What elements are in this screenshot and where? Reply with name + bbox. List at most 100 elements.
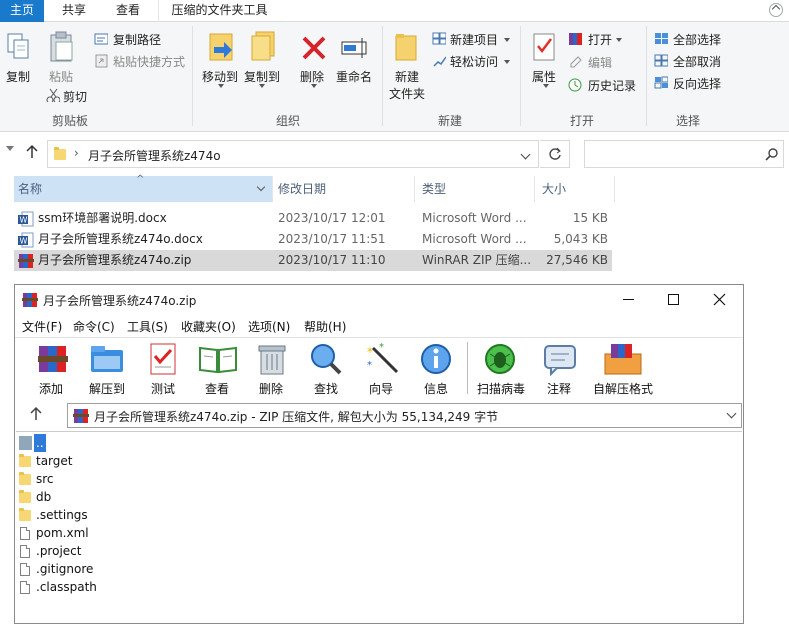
open-button[interactable]: 打开 [588, 31, 612, 48]
new-folder-button-line2[interactable]: 文件夹 [389, 85, 425, 102]
address-dropdown-icon[interactable] [520, 149, 531, 160]
tab-home[interactable]: 主页 [0, 0, 44, 22]
move-to-button[interactable]: 移动到 [202, 68, 238, 85]
menu-options[interactable]: 选项(N) [248, 318, 290, 335]
recent-locations-dropdown-icon[interactable] [6, 146, 14, 151]
paste-shortcut-button[interactable]: 粘贴快捷方式 [113, 53, 185, 70]
address-path[interactable]: 月子会所管理系统z474o [88, 147, 221, 164]
up-arrow-icon[interactable] [24, 144, 40, 160]
menu-file[interactable]: 文件(F) [22, 318, 62, 335]
delete-dropdown-icon[interactable] [311, 84, 317, 88]
minimize-icon[interactable] [623, 299, 634, 300]
copy-to-button[interactable]: 复制到 [244, 68, 280, 85]
group-divider [192, 26, 193, 126]
file-row[interactable]: W ssm环境部署说明.docx 2023/10/17 12:01 Micros… [14, 208, 612, 229]
menu-tools[interactable]: 工具(S) [127, 318, 168, 335]
file-row[interactable]: W 月子会所管理系统z474o.docx 2023/10/17 11:51 Mi… [14, 229, 612, 250]
file-type: WinRAR ZIP 压缩... [422, 253, 532, 267]
svg-text:*: * [379, 342, 384, 353]
comment-icon[interactable] [543, 344, 577, 376]
menu-commands[interactable]: 命令(C) [73, 318, 115, 335]
file-modified: 2023/10/17 11:10 [278, 253, 386, 267]
column-modified[interactable]: 修改日期 [278, 176, 326, 202]
add-archive-icon[interactable] [36, 342, 70, 376]
search-box[interactable] [584, 140, 784, 168]
move-to-dropdown-icon[interactable] [218, 84, 224, 88]
open-dropdown-icon[interactable] [616, 38, 622, 42]
menu-favorites[interactable]: 收藏夹(O) [181, 318, 236, 335]
clipboard-group-label: 剪贴板 [51, 114, 88, 128]
virus-scan-icon[interactable] [483, 342, 517, 376]
file-size: 27,546 KB [546, 253, 608, 267]
path-dropdown-icon[interactable] [726, 408, 737, 419]
invert-selection-icon [654, 76, 668, 89]
info-button[interactable]: 信息 [424, 380, 448, 397]
archive-path-field[interactable]: 月子会所管理系统z474o.zip - ZIP 压缩文件, 解包大小为 55,1… [67, 403, 742, 428]
scan-virus-button[interactable]: 扫描病毒 [477, 380, 525, 397]
rename-button[interactable]: 重命名 [336, 68, 372, 85]
select-none-button[interactable]: 全部取消 [673, 53, 721, 70]
properties-button[interactable]: 属性 [532, 68, 556, 85]
find-magnifier-icon[interactable] [309, 342, 343, 376]
wizard-wand-icon[interactable]: * * * [365, 342, 401, 376]
address-bar[interactable]: › 月子会所管理系统z474o [47, 140, 539, 168]
tab-compressed-folder-tools[interactable]: 压缩的文件夹工具 [158, 0, 280, 22]
comment-button[interactable]: 注释 [547, 380, 571, 397]
select-all-button[interactable]: 全部选择 [673, 31, 721, 48]
paste-icon [50, 31, 73, 62]
invert-selection-button[interactable]: 反向选择 [673, 75, 721, 92]
winrar-title-bar[interactable]: 月子会所管理系统z474o.zip [15, 285, 743, 315]
column-type[interactable]: 类型 [422, 176, 446, 202]
column-divider[interactable] [614, 176, 615, 202]
view-book-icon[interactable] [198, 344, 238, 374]
copy-path-button[interactable]: 复制路径 [113, 31, 161, 48]
test-icon[interactable] [147, 342, 179, 376]
up-one-level-icon[interactable] [29, 406, 43, 422]
file-row-selected[interactable]: 月子会所管理系统z474o.zip 2023/10/17 11:10 WinRA… [14, 250, 612, 271]
collapse-ribbon-icon[interactable] [769, 3, 783, 17]
refresh-button[interactable] [540, 140, 570, 168]
cut-button[interactable]: 剪切 [63, 88, 87, 105]
wizard-button[interactable]: 向导 [369, 380, 393, 397]
extract-to-icon[interactable] [89, 342, 125, 376]
delete-archive-button[interactable]: 删除 [259, 380, 283, 397]
column-divider[interactable] [414, 176, 415, 202]
open-group-label: 打开 [569, 114, 594, 128]
copy-to-dropdown-icon[interactable] [259, 84, 265, 88]
column-divider[interactable] [272, 176, 273, 202]
new-item-dropdown-icon[interactable] [504, 38, 510, 42]
view-button[interactable]: 查看 [205, 380, 229, 397]
svg-text:*: * [367, 360, 372, 371]
extract-to-button[interactable]: 解压到 [89, 380, 125, 397]
menu-help[interactable]: 帮助(H) [304, 318, 346, 335]
easy-access-button[interactable]: 轻松访问 [450, 53, 498, 70]
copy-to-icon [251, 31, 275, 61]
add-button[interactable]: 添加 [39, 380, 63, 397]
file-icon [20, 545, 30, 558]
paste-button[interactable]: 粘贴 [49, 68, 73, 85]
tab-view[interactable]: 查看 [104, 0, 152, 22]
sfx-button[interactable]: 自解压格式 [593, 380, 653, 397]
trash-can-icon[interactable] [257, 342, 287, 376]
edit-button[interactable]: 编辑 [588, 54, 612, 71]
new-folder-button-line1[interactable]: 新建 [395, 68, 419, 85]
delete-button[interactable]: 删除 [300, 68, 324, 85]
new-folder-icon [395, 34, 417, 61]
maximize-icon[interactable] [668, 294, 679, 305]
copy-button[interactable]: 复制 [6, 68, 30, 85]
sfx-icon[interactable] [603, 342, 643, 376]
info-icon[interactable] [420, 343, 454, 377]
history-button[interactable]: 历史记录 [588, 77, 636, 94]
file-type: Microsoft Word ... [422, 211, 527, 225]
properties-dropdown-icon[interactable] [543, 84, 549, 88]
tab-share[interactable]: 共享 [50, 0, 98, 22]
column-size[interactable]: 大小 [542, 176, 566, 202]
folder-icon [19, 454, 31, 467]
column-divider[interactable] [534, 176, 535, 202]
easy-access-dropdown-icon[interactable] [504, 60, 510, 64]
new-item-button[interactable]: 新建项目 [450, 31, 498, 48]
find-button[interactable]: 查找 [314, 380, 338, 397]
folder-icon [54, 147, 66, 160]
test-button[interactable]: 测试 [151, 380, 175, 397]
close-icon[interactable] [713, 293, 726, 306]
